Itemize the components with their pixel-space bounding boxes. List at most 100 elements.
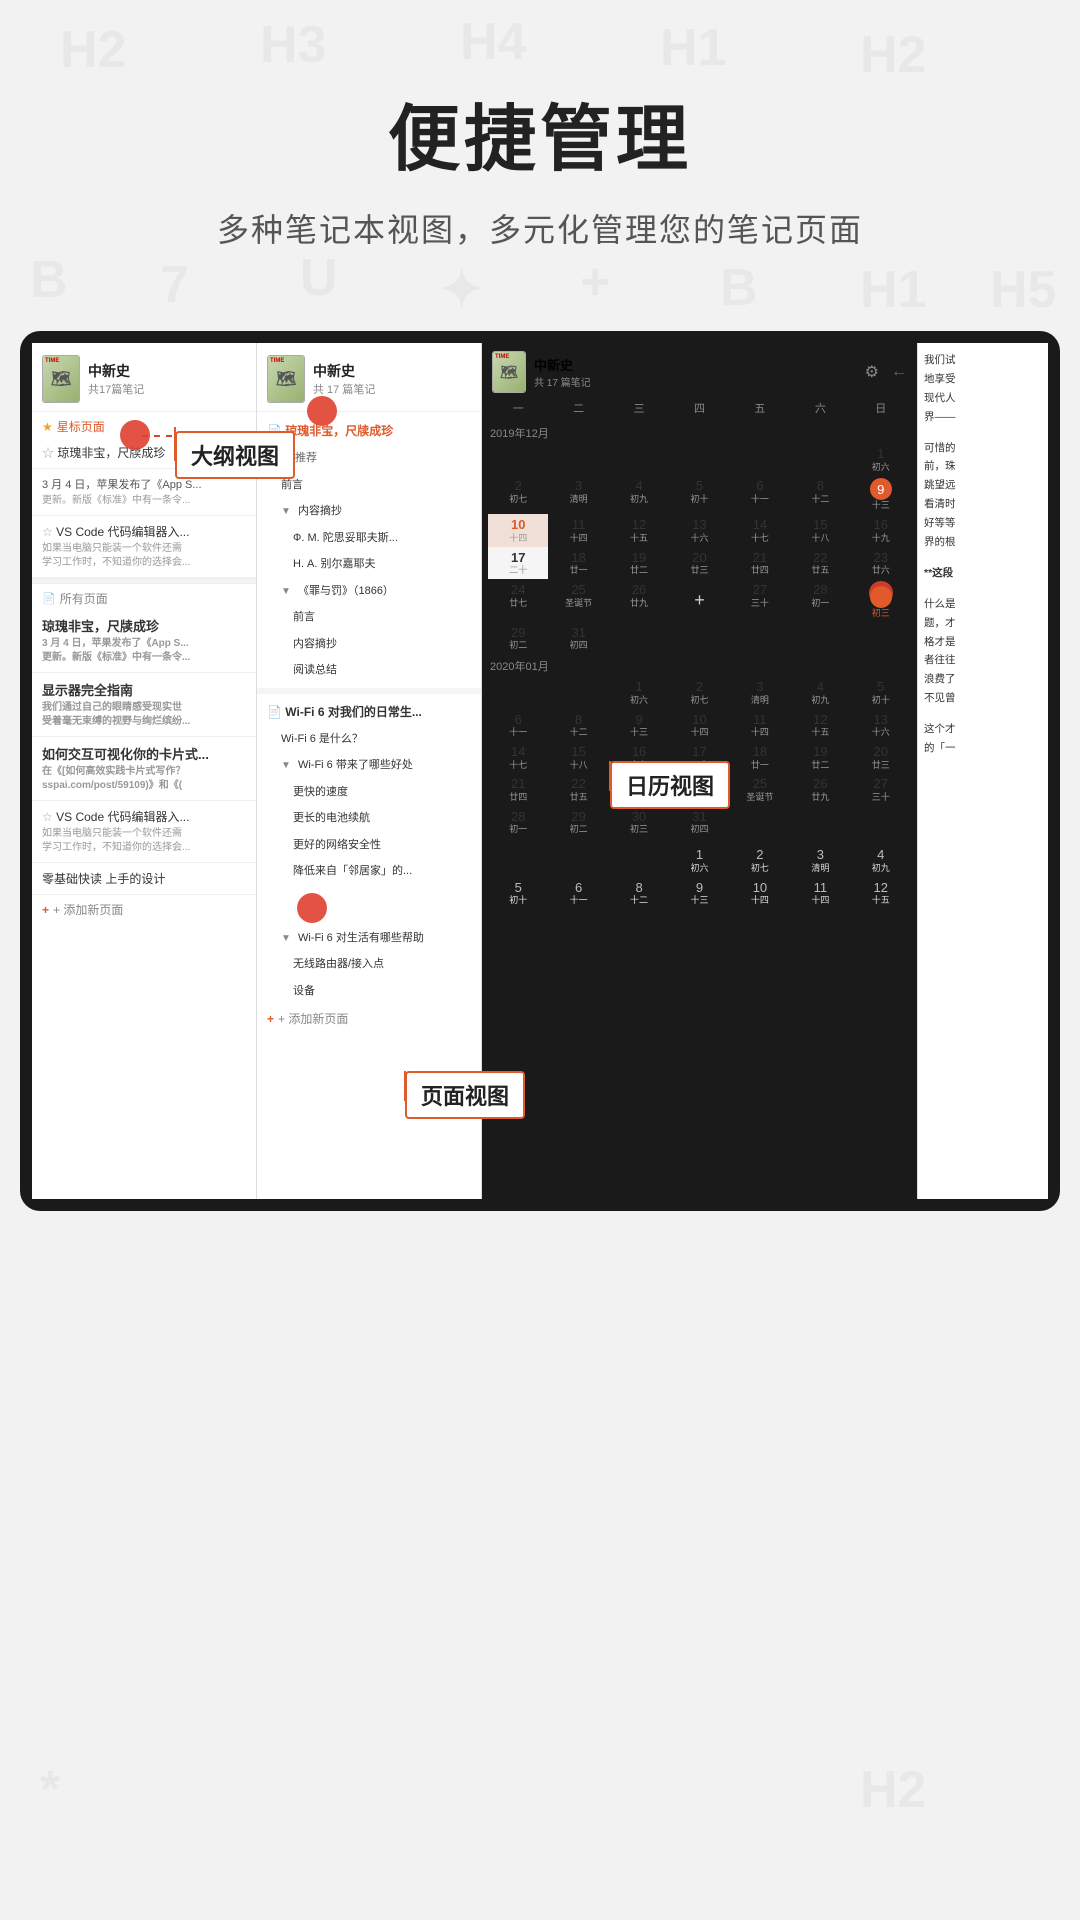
outline-item[interactable]: ▼ 《罪与罚》（1866） — [257, 578, 481, 605]
cal-day-20[interactable]: 20廿三 — [669, 547, 729, 579]
cal-day-jan-29[interactable]: 29初二 — [548, 806, 608, 838]
outline-item[interactable]: Н. А. 别尔嘉耶夫 — [257, 551, 481, 578]
cal-day-27[interactable]: 27三十 — [730, 579, 790, 622]
hero-section: 便捷管理 多种笔记本视图，多元化管理您的笔记页面 — [0, 0, 1080, 291]
cal-day-jan-22[interactable]: 22廿五 — [548, 773, 608, 805]
cal-day-13[interactable]: 13十六 — [669, 514, 729, 546]
list-item[interactable]: 如何交互可视化你的卡片式... 在《[如何高效实践卡片式写作？sspai.com… — [32, 737, 256, 801]
all-pages-label: 📄 所有页面 — [32, 584, 256, 609]
cal-day-31[interactable]: 31初四 — [548, 622, 608, 654]
outline-item[interactable]: 设备 — [257, 978, 481, 1005]
cal-day-30[interactable]: 30 初三 — [851, 579, 911, 622]
cal-day-e8[interactable]: 8十二 — [609, 877, 669, 909]
cal-day-e5[interactable]: 5初十 — [488, 877, 548, 909]
cal-day-18[interactable]: 18廿一 — [548, 547, 608, 579]
cal-day-jan-3[interactable]: 3清明 — [730, 676, 790, 708]
cal-day-jan-30[interactable]: 30初三 — [609, 806, 669, 838]
cal-day-e9[interactable]: 9十三 — [669, 877, 729, 909]
cal-day-29[interactable]: 29初二 — [488, 622, 548, 654]
list-item[interactable]: 琼瑰非宝，尺牍成珍 3 月 4 日，苹果发布了《App S...更新。新版《标准… — [32, 609, 256, 673]
cal-day-15[interactable]: 15十八 — [790, 514, 850, 546]
cal-day-26[interactable]: 26廿九 — [609, 579, 669, 622]
cal-day-22[interactable]: 22廿五 — [790, 547, 850, 579]
cal-empty — [730, 443, 790, 475]
cal-day-4[interactable]: 4初九 — [609, 475, 669, 514]
add-page-left[interactable]: + + 添加新页面 — [32, 895, 256, 924]
list-item[interactable]: 显示器完全指南 我们通过自己的眼睛感受现实世受着毫无束缚的视野与绚烂缤纷... — [32, 673, 256, 737]
outline-item[interactable]: 内容摘抄 — [257, 631, 481, 658]
outline-item[interactable]: ▼ Wi-Fi 6 对生活有哪些帮助 — [257, 925, 481, 952]
cal-day-jan-2[interactable]: 2初七 — [669, 676, 729, 708]
outline-item[interactable]: 更长的电池续航 — [257, 805, 481, 832]
cal-day-3[interactable]: 3清明 — [548, 475, 608, 514]
list-item[interactable]: ☆ VS Code 代码编辑器入... 如果当电脑只能装一个软件还需学习工作时，… — [32, 516, 256, 578]
cal-day-jan-18[interactable]: 18廿一 — [730, 741, 790, 773]
cal-day-16[interactable]: 16十九 — [851, 514, 911, 546]
cal-day-jan-11[interactable]: 11十四 — [730, 709, 790, 741]
cal-day-24[interactable]: 24廿七 — [488, 579, 548, 622]
cal-day-jan-21[interactable]: 21廿四 — [488, 773, 548, 805]
weekday-row: 一 二 三 四 五 六 日 — [482, 397, 917, 419]
outline-item[interactable]: 无线路由器/接入点 — [257, 951, 481, 978]
cal-day-jan-19[interactable]: 19廿二 — [790, 741, 850, 773]
cal-day-e2[interactable]: 2初七 — [730, 844, 790, 876]
cal-day-9-today[interactable]: 9十三 — [851, 475, 911, 514]
outline-item[interactable]: ▼ 内容摘抄 — [257, 498, 481, 525]
cal-day-23[interactable]: 23廿六 — [851, 547, 911, 579]
back-icon[interactable]: ← — [891, 363, 907, 381]
cal-day-6[interactable]: 6十一 — [730, 475, 790, 514]
cal-day-e10[interactable]: 10十四 — [730, 877, 790, 909]
cal-day-28[interactable]: 28初一 — [790, 579, 850, 622]
cal-day-e11[interactable]: 11十四 — [790, 877, 850, 909]
outline-item[interactable]: Wi-Fi 6 是什么？ — [257, 726, 481, 753]
cal-day-14[interactable]: 14十七 — [730, 514, 790, 546]
cal-day-jan-26[interactable]: 26廿九 — [790, 773, 850, 805]
cal-day-jan-8[interactable]: 8十二 — [548, 709, 608, 741]
cal-day-jan-20[interactable]: 20廿三 — [851, 741, 911, 773]
cal-day-11[interactable]: 11十四 — [548, 514, 608, 546]
outline-item[interactable]: 降低来自「邻居家」的... — [257, 858, 481, 885]
cal-empty — [488, 676, 548, 708]
outline-item[interactable]: 前言 — [257, 604, 481, 631]
cal-day-jan-4[interactable]: 4初九 — [790, 676, 850, 708]
cal-day-jan-13[interactable]: 13十六 — [851, 709, 911, 741]
cal-day-25[interactable]: 25圣诞节 — [548, 579, 608, 622]
cal-day-17[interactable]: 17二十 — [488, 547, 548, 579]
cal-day-e6[interactable]: 6十一 — [548, 877, 608, 909]
gear-icon[interactable]: ⚙ — [865, 362, 879, 382]
add-page-mid[interactable]: + + 添加新页面 — [257, 1004, 481, 1033]
cal-day-e1[interactable]: 1初六 — [669, 844, 729, 876]
cal-day-jan-15[interactable]: 15十八 — [548, 741, 608, 773]
cal-day-jan-9[interactable]: 9十三 — [609, 709, 669, 741]
list-item[interactable]: ☆ VS Code 代码编辑器入... 如果当电脑只能装一个软件还需学习工作时，… — [32, 801, 256, 863]
cal-day-jan-25[interactable]: 25圣诞节 — [730, 773, 790, 805]
cal-day-10[interactable]: 10十四 — [488, 514, 548, 546]
cal-day-19[interactable]: 19廿二 — [609, 547, 669, 579]
cal-day-12[interactable]: 12十五 — [609, 514, 669, 546]
cal-day-jan-6[interactable]: 6十一 — [488, 709, 548, 741]
cal-add-cell[interactable]: + — [669, 579, 729, 622]
outline-item[interactable]: Ф. М. 陀思妥耶夫斯... — [257, 525, 481, 552]
cal-day-2[interactable]: 2初七 — [488, 475, 548, 514]
cal-day-5[interactable]: 5初十 — [669, 475, 729, 514]
cal-day-jan-12[interactable]: 12十五 — [790, 709, 850, 741]
cal-day-jan-5[interactable]: 5初十 — [851, 676, 911, 708]
cal-day-8[interactable]: 8十二 — [790, 475, 850, 514]
cal-day-21[interactable]: 21廿四 — [730, 547, 790, 579]
list-item[interactable]: 零基础快读 上手的设计 — [32, 863, 256, 895]
cal-day-jan-28[interactable]: 28初一 — [488, 806, 548, 838]
cal-day-jan-1[interactable]: 1初六 — [609, 676, 669, 708]
cal-day-jan-10[interactable]: 10十四 — [669, 709, 729, 741]
outline-item[interactable]: 阅读总结 — [257, 657, 481, 684]
cal-day-e4[interactable]: 4初九 — [851, 844, 911, 876]
outline-item[interactable]: 更快的速度 — [257, 779, 481, 806]
outline-item[interactable]: ▼ Wi-Fi 6 带来了哪些好处 — [257, 752, 481, 779]
cal-day-e3[interactable]: 3清明 — [790, 844, 850, 876]
cal-day-jan-14[interactable]: 14十七 — [488, 741, 548, 773]
outline-item[interactable]: 更好的网络安全性 — [257, 832, 481, 859]
cal-day-1[interactable]: 1初六 — [851, 443, 911, 475]
cal-day-e12[interactable]: 12十五 — [851, 877, 911, 909]
outline-section[interactable]: 📄 Wi-Fi 6 对我们的日常生... — [257, 698, 481, 726]
cal-day-jan-31[interactable]: 31初四 — [669, 806, 729, 838]
cal-day-jan-27[interactable]: 27三十 — [851, 773, 911, 805]
